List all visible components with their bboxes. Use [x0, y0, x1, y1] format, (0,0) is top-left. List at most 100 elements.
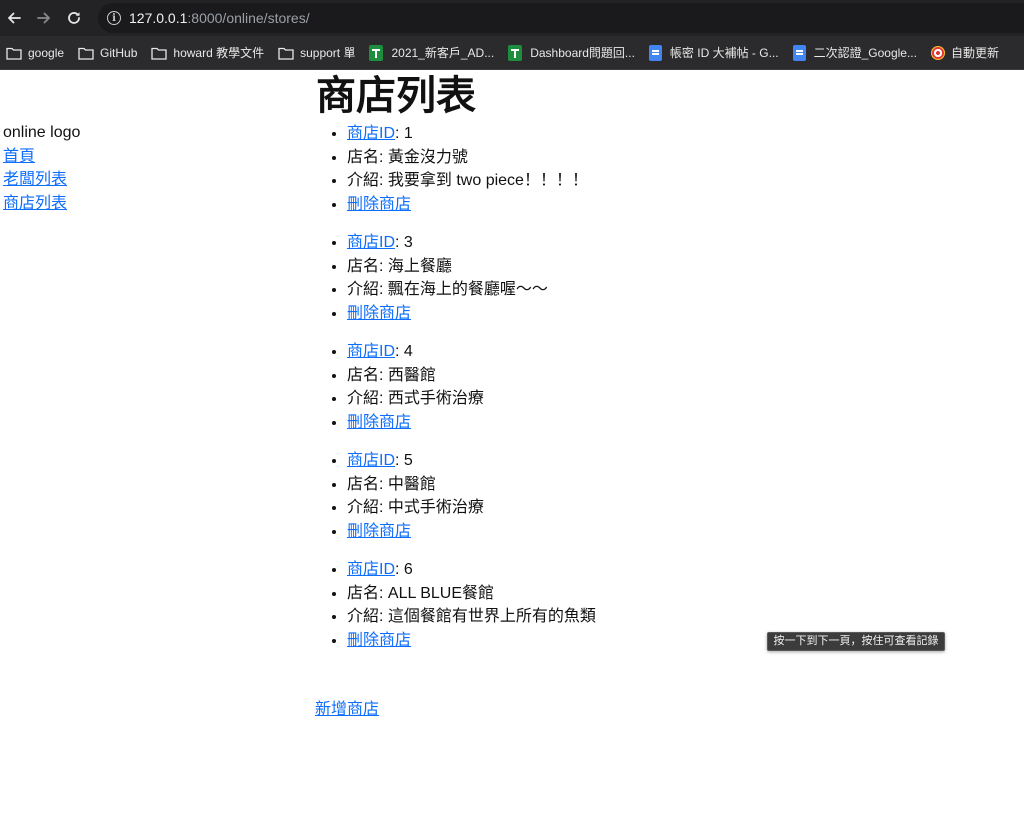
store-intro-label: 介紹: [347, 608, 388, 625]
bookmark-auto-update[interactable]: 自動更新 [930, 44, 999, 61]
url-host: 127.0.0.1 [129, 10, 188, 26]
back-button[interactable] [0, 4, 28, 32]
reload-icon [68, 12, 80, 24]
store-id-value: : 1 [395, 125, 413, 142]
bookmark-label: google [28, 45, 65, 60]
back-arrow-icon [8, 12, 21, 24]
store-intro-label: 介紹: [347, 172, 388, 189]
bookmark-2fa[interactable]: 二次認證_Google... [792, 44, 917, 61]
store-intro-row: 介紹: 中式手術治療 [347, 496, 1016, 520]
bookmark-label: 自動更新 [950, 46, 999, 60]
store-name-label: 店名: [347, 584, 388, 602]
delete-store-link[interactable]: 刪除商店 [347, 414, 411, 431]
delete-store-link[interactable]: 刪除商店 [347, 305, 411, 322]
address-bar[interactable]: i 127.0.0.1:8000/online/stores/ [98, 3, 1024, 33]
bookmark-label: howard 教學文件 [173, 46, 265, 60]
sidebar: online logo 首頁 老闆列表 商店列表 [3, 121, 80, 215]
forward-button[interactable] [30, 4, 58, 32]
nav-link-owners[interactable]: 老闆列表 [3, 168, 80, 192]
store-delete-row: 刪除商店 [347, 193, 1016, 217]
bookmark-label: GitHub [100, 45, 138, 60]
url-path: :8000/online/stores/ [187, 10, 310, 26]
bookmark-dashboard[interactable]: Dashboard問題回... [508, 44, 635, 61]
browser-toolbar: i 127.0.0.1:8000/online/stores/ [0, 0, 1024, 36]
store-name-row: 店名: 海上餐廳 [347, 255, 1016, 279]
store-intro-row: 介紹: 西式手術治療 [347, 387, 1016, 411]
bookmark-new-clients[interactable]: 2021_新客戶_AD... [369, 44, 494, 61]
store-id-link[interactable]: 商店ID [347, 343, 395, 360]
bookmarks-bar: google GitHub howard 教學文件 support 單 2021… [0, 36, 1024, 70]
store-name-row: 店名: ALL BLUE餐館 [347, 582, 1016, 606]
store-name-value: 黃金沒力號 [387, 148, 468, 166]
sheets-icon [508, 44, 523, 61]
store-name-value: ALL BLUE餐館 [387, 584, 495, 602]
folder-icon [278, 47, 294, 60]
main-content: 商店列表 商店ID: 1店名: 黃金沒力號介紹: 我要拿到 two piece！… [316, 70, 1016, 652]
store-intro-value: 飄在海上的餐廳喔～～ [387, 281, 548, 298]
store-item: 商店ID: 4店名: 西醫館介紹: 西式手術治療刪除商店 [316, 340, 1016, 434]
docs-icon [648, 44, 662, 61]
store-name-label: 店名: [347, 366, 388, 384]
store-intro-label: 介紹: [347, 281, 388, 298]
store-id-link[interactable]: 商店ID [347, 561, 395, 578]
store-id-link[interactable]: 商店ID [347, 452, 395, 469]
store-item: 商店ID: 1店名: 黃金沒力號介紹: 我要拿到 two piece！！！！刪除… [316, 122, 1016, 216]
delete-store-link[interactable]: 刪除商店 [347, 196, 411, 213]
store-id-value: : 5 [395, 452, 413, 469]
bookmark-label: 2021_新客戶_AD... [391, 46, 495, 60]
delete-store-link[interactable]: 刪除商店 [347, 523, 411, 540]
store-id-row: 商店ID: 6 [347, 558, 1016, 582]
bookmark-label: support 單 [300, 46, 356, 60]
store-intro-value: 這個餐館有世界上所有的魚類 [387, 608, 596, 625]
bookmark-label: 二次認證_Google... [813, 46, 917, 60]
store-name-value: 中醫館 [387, 475, 436, 493]
store-id-row: 商店ID: 5 [347, 449, 1016, 473]
reload-button[interactable] [60, 4, 88, 32]
store-intro-label: 介紹: [347, 390, 388, 407]
bookmark-label: 帳密 ID 大補帖 - G... [669, 46, 779, 60]
store-name-label: 店名: [347, 257, 388, 275]
store-item: 商店ID: 5店名: 中醫館介紹: 中式手術治療刪除商店 [316, 449, 1016, 543]
add-store-link[interactable]: 新增商店 [315, 695, 379, 719]
store-item: 商店ID: 3店名: 海上餐廳介紹: 飄在海上的餐廳喔～～刪除商店 [316, 231, 1016, 325]
store-intro-value: 中式手術治療 [387, 499, 484, 516]
store-id-value: : 3 [395, 234, 413, 251]
store-name-value: 西醫館 [387, 366, 436, 384]
store-intro-value: 西式手術治療 [387, 390, 484, 407]
store-name-value: 海上餐廳 [387, 257, 452, 275]
bookmark-support[interactable]: support 單 [278, 44, 355, 61]
store-delete-row: 刪除商店 [347, 411, 1016, 435]
nav-link-stores[interactable]: 商店列表 [3, 192, 80, 216]
site-info-icon[interactable]: i [107, 11, 121, 25]
store-id-link[interactable]: 商店ID [347, 125, 395, 142]
folder-icon [6, 47, 22, 60]
store-id-row: 商店ID: 1 [347, 122, 1016, 146]
delete-store-link[interactable]: 刪除商店 [347, 632, 411, 649]
store-intro-row: 介紹: 我要拿到 two piece！！！！ [347, 169, 1016, 193]
bookmark-google[interactable]: google [6, 46, 64, 60]
store-id-link[interactable]: 商店ID [347, 234, 395, 251]
bookmark-accounts[interactable]: 帳密 ID 大補帖 - G... [648, 44, 779, 61]
bookmark-howard[interactable]: howard 教學文件 [151, 44, 264, 61]
store-name-label: 店名: [347, 148, 388, 166]
store-intro-row: 介紹: 這個餐館有世界上所有的魚類 [347, 605, 1016, 629]
store-intro-row: 介紹: 飄在海上的餐廳喔～～ [347, 278, 1016, 302]
bookmark-github[interactable]: GitHub [78, 46, 137, 60]
store-list-container: 商店ID: 1店名: 黃金沒力號介紹: 我要拿到 two piece！！！！刪除… [316, 122, 1016, 652]
store-id-row: 商店ID: 3 [347, 231, 1016, 255]
site-logo: online logo [3, 124, 81, 141]
store-delete-row: 刪除商店 [347, 302, 1016, 326]
nav-link-home[interactable]: 首頁 [3, 145, 80, 169]
bookmark-label: Dashboard問題回... [530, 46, 635, 60]
store-delete-row: 刪除商店 [347, 520, 1016, 544]
store-name-row: 店名: 西醫館 [347, 364, 1016, 388]
page-title: 商店列表 [316, 74, 476, 118]
store-name-row: 店名: 黃金沒力號 [347, 146, 1016, 170]
folder-icon [78, 47, 94, 60]
sheets-icon [369, 44, 384, 61]
store-intro-value: 我要拿到 two piece！！！！ [387, 172, 588, 189]
store-id-row: 商店ID: 4 [347, 340, 1016, 364]
store-name-row: 店名: 中醫館 [347, 473, 1016, 497]
store-id-value: : 6 [395, 561, 413, 578]
store-intro-label: 介紹: [347, 499, 388, 516]
